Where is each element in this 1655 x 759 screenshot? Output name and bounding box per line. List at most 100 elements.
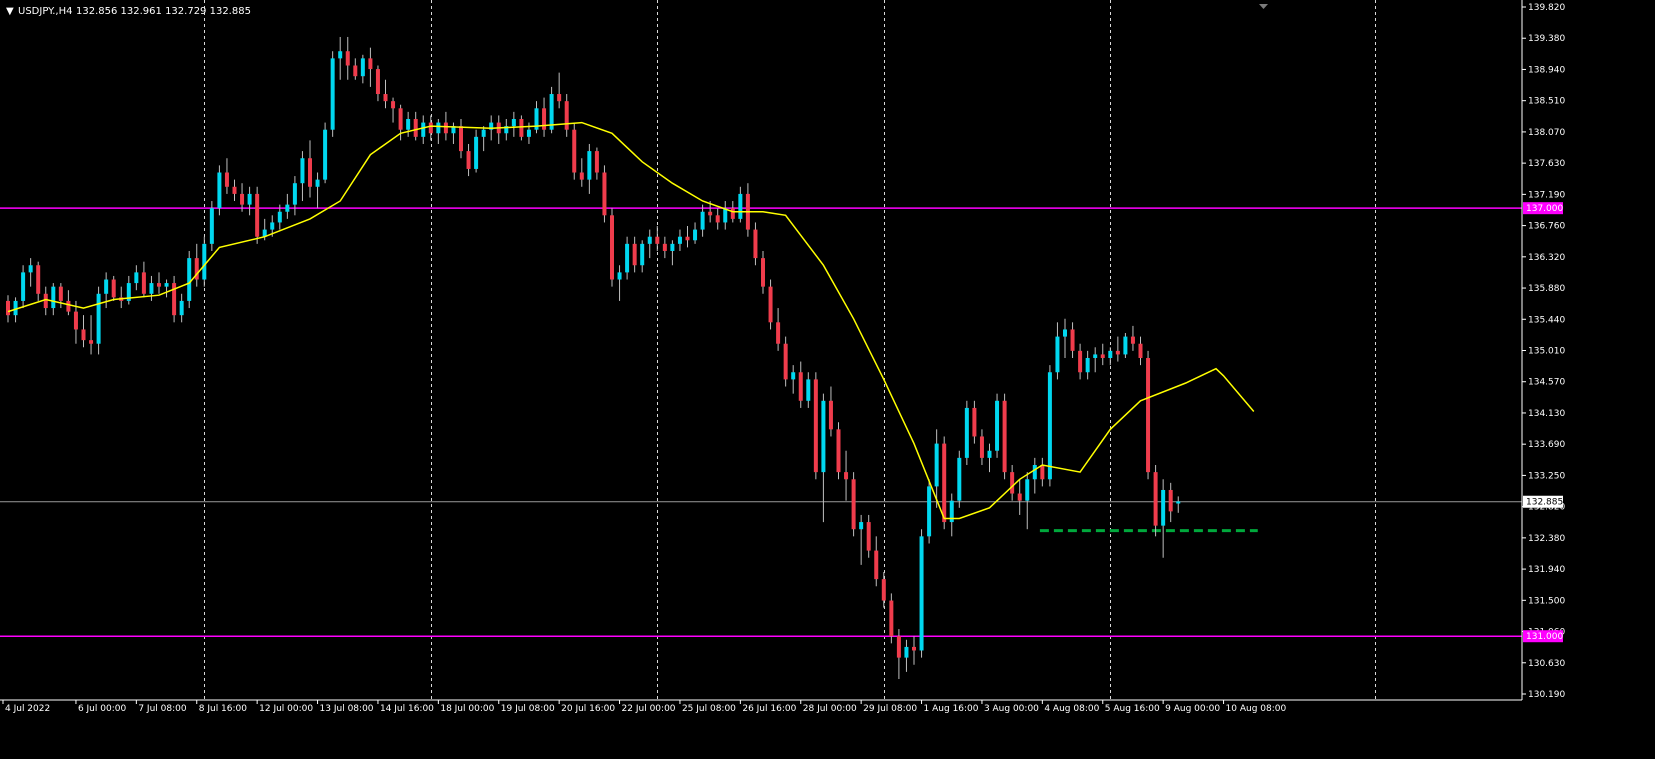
candle-body [1025, 479, 1030, 501]
price-tick-label: 139.380 [1528, 34, 1565, 44]
candle-body [594, 151, 599, 173]
candle-body [481, 129, 486, 137]
candle-body [572, 129, 577, 173]
ohlc-readout: 132.856 132.961 132.729 132.885 [76, 6, 251, 17]
price-tick-label: 130.190 [1528, 690, 1565, 700]
chart-header: ▼ USDJPY.,H4 132.856 132.961 132.729 132… [6, 6, 251, 17]
candle-body [753, 229, 758, 259]
time-tick-label: 18 Jul 00:00 [440, 704, 494, 714]
candle-body [1138, 343, 1143, 358]
candle-body [806, 379, 811, 401]
candle-body [511, 119, 516, 127]
candle-body [715, 215, 720, 223]
candle-body [360, 58, 365, 77]
candle-body [368, 58, 373, 70]
price-tick-label: 131.940 [1528, 565, 1565, 575]
candle [783, 336, 788, 387]
price-chart[interactable]: 139.820 139.380 138.940 138.510 138.070 137.6… [0, 0, 1655, 759]
time-tick-label: 4 Jul 2022 [5, 704, 50, 714]
time-tick-label: 13 Jul 08:00 [320, 704, 374, 714]
symbol-timeframe: USDJPY.,H4 [18, 6, 72, 17]
time-tick-label: 8 Jul 16:00 [199, 704, 248, 714]
candle-body [96, 293, 101, 344]
candle-body [610, 215, 614, 280]
candle-body [776, 322, 781, 344]
candle-body [406, 119, 411, 130]
candle-body [851, 479, 856, 530]
candle-body [813, 379, 818, 473]
price-tick-label: 136.760 [1528, 222, 1565, 232]
candle-body [428, 122, 433, 134]
candle-body [942, 443, 947, 523]
candle-body [383, 94, 388, 102]
candle-body [270, 222, 275, 230]
candle-body [1047, 372, 1052, 480]
candle-body [579, 172, 584, 180]
candle-body [202, 243, 207, 280]
candle-body [859, 522, 864, 530]
price-tick-label: 135.880 [1528, 284, 1565, 294]
candle-body [474, 136, 479, 169]
candle-body [564, 101, 569, 130]
candle-body [1093, 354, 1098, 358]
price-tick-label: 134.570 [1528, 378, 1565, 388]
candle-body [1040, 465, 1045, 480]
time-tick-label: 20 Jul 16:00 [561, 704, 615, 714]
candle [572, 122, 577, 180]
time-tick-label: 5 Aug 16:00 [1105, 704, 1160, 714]
candle-body [323, 129, 328, 180]
candle-body [1010, 472, 1015, 494]
candle [836, 422, 841, 480]
candle-body [1070, 329, 1075, 351]
candle-body [240, 193, 245, 205]
time-tick-label: 1 Aug 16:00 [924, 704, 979, 714]
price-tick-label: 137.190 [1528, 190, 1565, 200]
candle-body [217, 172, 222, 209]
candle-body [28, 265, 33, 273]
candle-body [308, 158, 312, 187]
candle-body [338, 51, 343, 59]
candle-body [874, 550, 879, 580]
candle [927, 479, 932, 544]
candle-body [1115, 350, 1120, 355]
candle [1153, 465, 1158, 537]
candle-body [1168, 489, 1173, 512]
price-tick-label: 138.510 [1528, 97, 1565, 107]
candle-body [844, 472, 849, 480]
candle-body [436, 122, 441, 134]
time-tick-label: 26 Jul 16:00 [742, 704, 796, 714]
candle-body [738, 193, 743, 219]
candle-body [1032, 465, 1037, 480]
candle-body [723, 208, 728, 223]
candle-body [866, 522, 871, 551]
candle-body [1123, 336, 1128, 355]
candle [919, 529, 924, 658]
time-tick-label: 12 Jul 00:00 [259, 704, 313, 714]
candle [1047, 365, 1052, 487]
candle-body [821, 400, 826, 473]
chart-menu-icon[interactable]: ▼ [6, 6, 14, 17]
candle-body [1085, 357, 1090, 373]
candle-body [1153, 472, 1158, 526]
candle-body [625, 243, 630, 273]
candle-body [927, 486, 932, 537]
candle-body [353, 65, 358, 77]
candle-body [209, 208, 214, 244]
candle [768, 279, 773, 330]
candle [519, 115, 524, 141]
candle-body [889, 600, 894, 637]
candle-body [587, 151, 592, 180]
candle-body [640, 243, 645, 266]
candle-body [904, 646, 909, 658]
candle-body [149, 283, 154, 294]
candle-body [36, 265, 41, 294]
candle-body [104, 279, 109, 294]
candle-body [896, 636, 901, 658]
candle [209, 201, 214, 251]
candle [851, 472, 856, 537]
candle-body [179, 300, 184, 316]
candle-body [519, 119, 524, 137]
candle-body [277, 211, 282, 223]
candle [1002, 393, 1007, 480]
candle [330, 51, 335, 137]
